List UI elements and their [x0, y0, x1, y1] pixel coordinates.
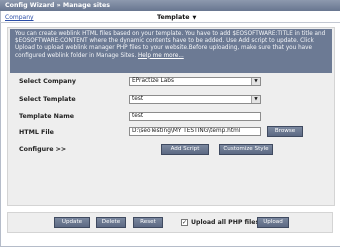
chevron-down-icon: ▼	[192, 15, 197, 21]
dropdown-arrow-icon[interactable]: ▼	[251, 78, 260, 85]
upload-all-checkbox[interactable]: ✓	[181, 219, 188, 226]
template-label: Select Template	[19, 96, 76, 103]
customize-style-button[interactable]: Customize Style	[219, 144, 273, 155]
header-divider	[0, 22, 340, 23]
template-name-label: Template Name	[19, 113, 75, 120]
company-link[interactable]: Company	[5, 14, 34, 21]
html-file-label: HTML File	[19, 129, 54, 136]
window-title: Config Wizard » Manage sites	[5, 2, 111, 9]
template-menu[interactable]: Template ▼	[157, 14, 196, 21]
delete-button[interactable]: Delete	[96, 217, 126, 228]
template-menu-label: Template	[157, 14, 190, 21]
help-link[interactable]: Help me more...	[138, 53, 184, 59]
template-select[interactable]: test ▼	[129, 95, 261, 104]
company-select-value: EPractize Labs	[132, 78, 174, 84]
configure-label: Configure >>	[19, 146, 67, 153]
template-name-input[interactable]: test	[129, 112, 261, 121]
checkmark-icon: ✓	[182, 219, 188, 226]
upload-button[interactable]: Upload	[257, 217, 289, 228]
template-select-value: test	[132, 96, 144, 102]
add-script-button[interactable]: Add Script	[161, 144, 209, 155]
company-select[interactable]: EPractize Labs ▼	[129, 77, 261, 86]
info-box: You can create weblink HTML files based …	[10, 29, 332, 73]
dropdown-arrow-icon[interactable]: ▼	[251, 96, 260, 103]
upload-all-label: Upload all PHP files	[191, 219, 260, 226]
update-button[interactable]: Update	[54, 217, 90, 228]
reset-button[interactable]: Reset	[133, 217, 163, 228]
company-label: Select Company	[19, 78, 77, 85]
title-bar: Config Wizard » Manage sites	[0, 0, 340, 11]
browse-button[interactable]: Browse	[267, 126, 303, 137]
html-file-input[interactable]: D:\seoTesting\MY TESTING\temp.html	[129, 127, 261, 136]
